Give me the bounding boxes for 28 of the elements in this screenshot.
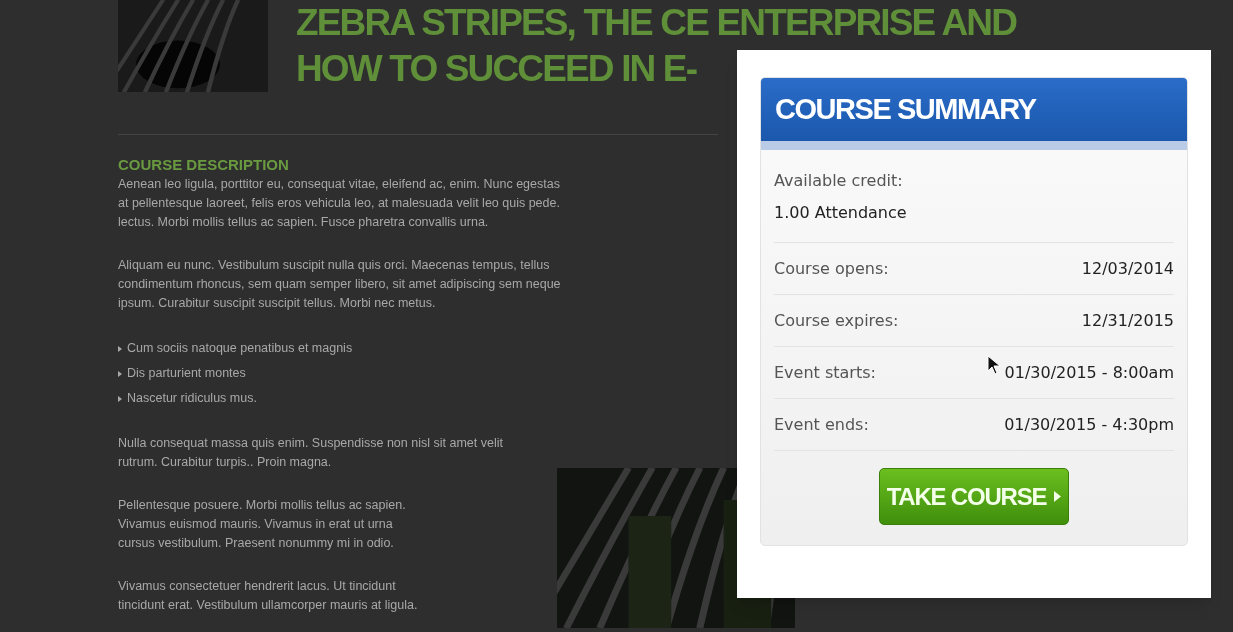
- list-item: Cum sociis natoque penatibus et magnis: [127, 340, 353, 357]
- paragraph: Aenean leo ligula, porttitor eu, consequat vitae, eleifend ac, enim. Nunc egestas at pellentesque laoreet, felis eros vehicula leo, at malesuada velit leo quis pede. lectus. Morbi mollis tellus ac sapien. Fusce pharetra convallis urna.: [118, 176, 560, 231]
- detail-label: Course expires:: [774, 309, 899, 332]
- paragraph: Pellentesque posuere. Morbi mollis tellus ac sapien. Vivamus euismod mauris. Vivamus in erat ut urna cursus vestibulum. Praesent nonummy mi in odio.: [118, 497, 406, 552]
- caret-icon: [1054, 491, 1062, 502]
- credit-value: 1.00 Attendance: [774, 202, 907, 224]
- card-title: COURSE SUMMARY: [775, 91, 1036, 127]
- detail-label: Event ends:: [774, 413, 869, 436]
- detail-value: 01/30/2015 - 4:30pm: [1004, 413, 1174, 436]
- paragraph: Aliquam eu nunc. Vestibulum suscipit nulla quis orci. Maecenas tempus, tellus condimentum rhoncus, sem quam semper libero, sit amet adipiscing sem neque ipsum. Curabitur suscipit suscipit tellus. Morbi nec metus.: [118, 257, 561, 312]
- detail-label: Event starts:: [774, 361, 876, 384]
- bullet-icon: [118, 345, 122, 352]
- list-item: Dis parturient montes: [127, 365, 246, 382]
- paragraph: Nulla consequat massa quis enim. Suspendisse non nisl sit amet velit rutrum. Curabitur turpis.. Proin magna.: [118, 435, 503, 471]
- cursor-icon: [987, 355, 1001, 375]
- article-title: HOW TO SUCCEED IN E-: [296, 47, 697, 91]
- paragraph: Vivamus consectetuer hendrerit lacus. Ut tincidunt tincidunt erat. Vestibulum ullamcorper mauris at ligula.: [118, 578, 418, 614]
- credit-label: Available credit:: [774, 170, 903, 192]
- detail-label: Course opens:: [774, 257, 889, 280]
- detail-value: 12/03/2014: [1081, 257, 1174, 280]
- bullet-icon: [118, 395, 122, 402]
- list-item: Nascetur ridiculus mus.: [127, 390, 257, 407]
- article-title: ZEBRA STRIPES, THE CE ENTERPRISE AND: [296, 1, 1017, 45]
- bullet-icon: [118, 370, 122, 377]
- detail-value: 12/31/2015: [1081, 309, 1174, 332]
- take-course-button[interactable]: TAKE COURSE: [879, 468, 1069, 525]
- detail-value: 01/30/2015 - 8:00am: [1004, 361, 1174, 384]
- section-heading: COURSE DESCRIPTION: [118, 155, 289, 175]
